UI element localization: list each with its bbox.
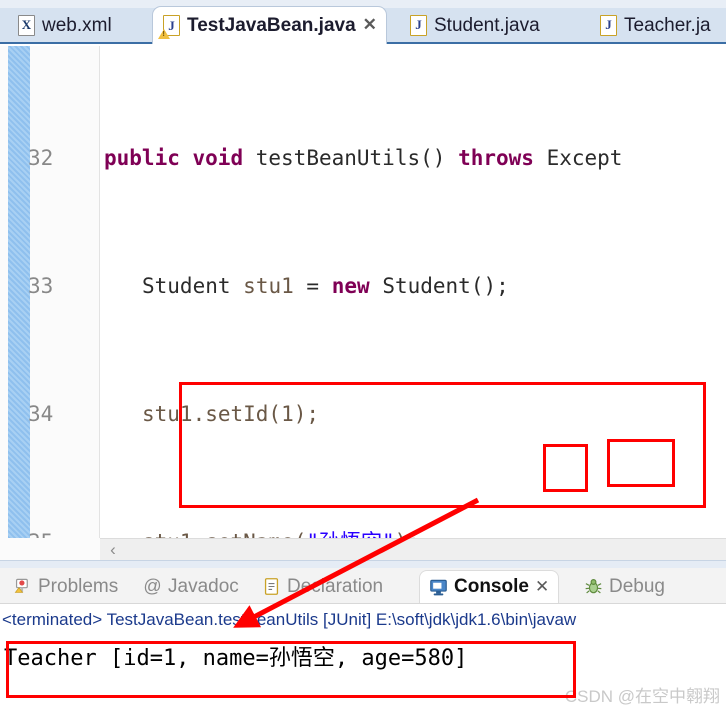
scroll-left-chevron-icon[interactable]: ‹ <box>100 540 126 560</box>
code-line-text: public void testBeanUtils() throws Excep… <box>104 142 622 174</box>
close-icon[interactable]: ✕ <box>363 16 377 33</box>
line-number: 33 <box>28 274 54 298</box>
java-file-icon-glyph: J <box>415 17 422 32</box>
close-icon[interactable]: ✕ <box>535 578 549 595</box>
type-exception: Except <box>546 146 623 170</box>
tab-label-console: Console <box>454 576 529 597</box>
tab-label-testjavabean-java: TestJavaBean.java <box>187 15 356 36</box>
keyword-throws: throws <box>458 146 534 170</box>
tab-debug[interactable]: Debug <box>575 570 674 603</box>
line-number: 35 <box>28 526 80 538</box>
tab-web-xml[interactable]: X web.xml <box>8 6 150 44</box>
code-line: 35 stu1.setName("孙悟空"); <box>0 526 726 538</box>
problems-icon <box>14 578 28 593</box>
warning-badge-icon <box>158 29 170 39</box>
code-line-text: Student stu1 = new Student(); <box>142 270 509 302</box>
debug-bug-icon <box>585 579 602 594</box>
tab-teacher-java[interactable]: J Teacher.ja <box>590 6 726 44</box>
code-line-text: stu1.setName("孙悟空"); <box>142 526 420 538</box>
console-output-text: Teacher [id=1, name=孙悟空, age=580] <box>4 646 468 671</box>
tab-label-teacher-java: Teacher.ja <box>624 14 711 36</box>
operator-equals: = <box>306 274 320 298</box>
string-literal-name: "孙悟空" <box>306 530 394 538</box>
tab-problems[interactable]: Problems <box>4 570 127 603</box>
tab-label-student-java: Student.java <box>434 14 540 36</box>
tab-testjavabean-java[interactable]: J TestJavaBean.java ✕ <box>152 6 387 44</box>
keyword-void: void <box>192 146 244 170</box>
tab-label-javadoc: Javadoc <box>168 575 239 597</box>
panel-splitter[interactable] <box>0 560 726 568</box>
tab-label-debug: Debug <box>609 575 665 597</box>
tab-javadoc[interactable]: @ Javadoc <box>134 570 248 603</box>
csdn-watermark: CSDN @在空中翱翔 <box>564 687 720 706</box>
tab-console[interactable]: Console ✕ <box>419 570 560 603</box>
java-file-icon: J <box>600 14 617 36</box>
keyword-public: public <box>104 146 180 170</box>
method-name: testBeanUtils() <box>255 146 446 170</box>
eclipse-ide-window: X web.xml J TestJavaBean.java ✕ J Studen… <box>0 0 726 711</box>
tab-label-declaration: Declaration <box>287 575 384 597</box>
java-file-icon: J <box>158 15 180 39</box>
bottom-view-panel: Problems @ Javadoc Declaration Console ✕ <box>0 568 726 711</box>
code-line: 33 Student stu1 = new Student(); <box>0 270 726 302</box>
type-student: Student <box>142 274 231 298</box>
scrollbar-gutter-filler <box>0 538 100 560</box>
console-process-header: <terminated> TestJavaBean.testBeanUtils … <box>2 610 577 629</box>
declaration-icon <box>264 578 279 595</box>
tab-label-problems: Problems <box>38 575 119 597</box>
xml-file-icon: X <box>18 14 35 36</box>
var-stu1: stu1 <box>243 274 294 298</box>
editor-horizontal-scrollbar[interactable]: ‹ <box>100 538 726 560</box>
console-output-area[interactable]: <terminated> TestJavaBean.testBeanUtils … <box>0 604 726 711</box>
statement-setname-prefix: stu1.setName( <box>142 530 306 538</box>
code-line-text: stu1.setId(1); <box>142 398 319 430</box>
tab-student-java[interactable]: J Student.java <box>400 6 575 44</box>
xml-file-icon-glyph: X <box>21 17 32 32</box>
line-number: 34 <box>28 402 54 426</box>
constructor-student: Student(); <box>382 274 509 298</box>
statement-setname-suffix: ); <box>395 530 420 538</box>
tab-declaration[interactable]: Declaration <box>253 570 392 603</box>
line-number: 32 <box>28 146 54 170</box>
at-sign-icon: @ <box>143 576 162 596</box>
editor-tab-bar: X web.xml J TestJavaBean.java ✕ J Studen… <box>0 0 726 44</box>
source-editor[interactable]: 32 public void testBeanUtils() throws Ex… <box>0 46 726 538</box>
java-file-icon-glyph: J <box>605 17 612 32</box>
code-line: 34 stu1.setId(1); <box>0 398 726 430</box>
statement-setid: stu1.setId(1); <box>142 402 320 426</box>
java-file-icon: J <box>410 14 427 36</box>
code-line: 32 public void testBeanUtils() throws Ex… <box>0 142 726 174</box>
console-icon <box>430 579 447 595</box>
tab-label-web-xml: web.xml <box>42 14 112 36</box>
source-code[interactable]: 32 public void testBeanUtils() throws Ex… <box>0 46 726 538</box>
keyword-new: new <box>331 274 370 298</box>
